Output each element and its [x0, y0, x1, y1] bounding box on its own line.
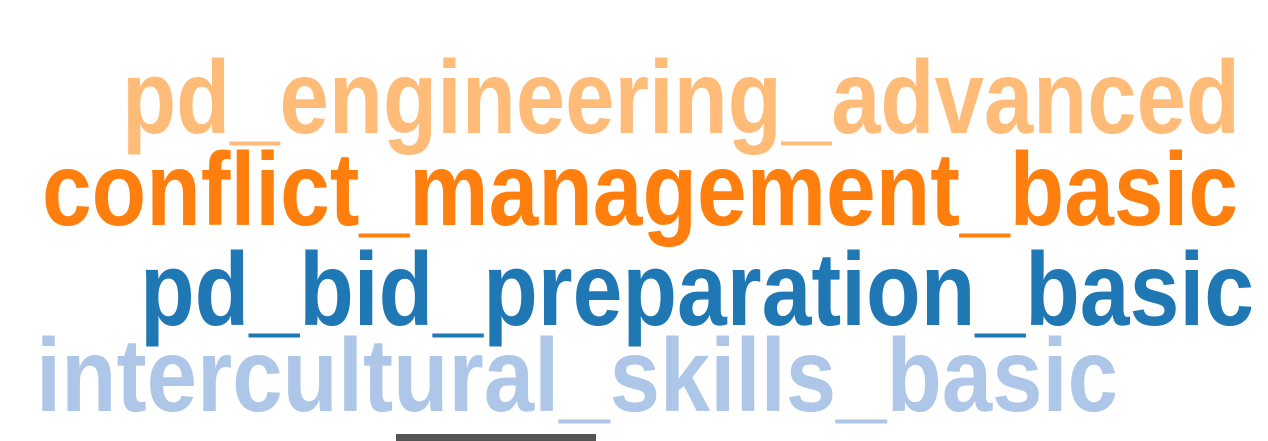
word-cloud: pd_engineering_advanced conflict_managem… — [0, 0, 1268, 441]
scrollbar-thumb[interactable] — [396, 434, 596, 441]
word-intercultural-skills-basic: intercultural_skills_basic — [36, 318, 1118, 434]
word-conflict-management-basic: conflict_management_basic — [42, 132, 1238, 248]
